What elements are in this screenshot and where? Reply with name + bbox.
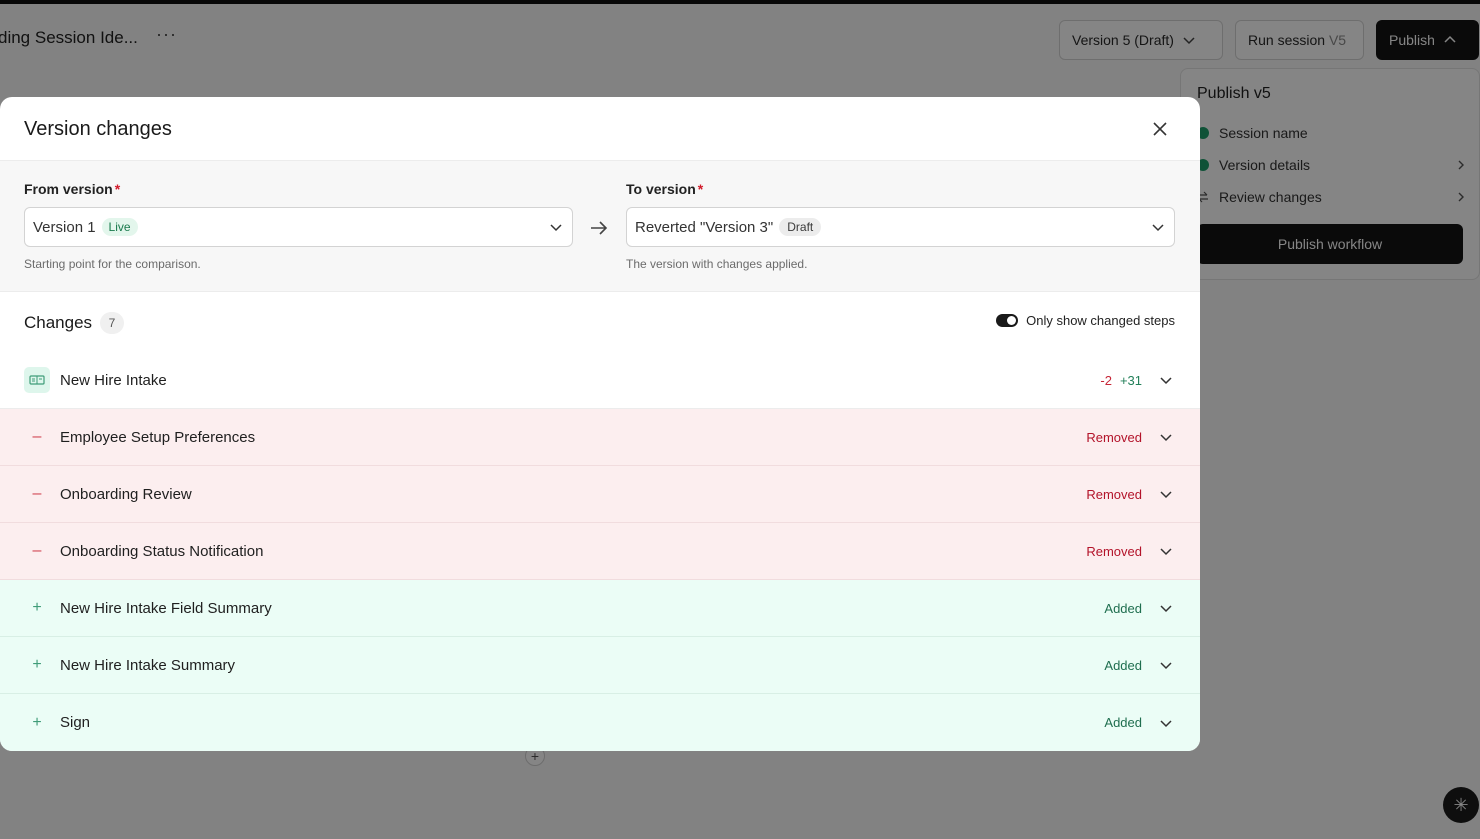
step-name: New Hire Intake Summary <box>60 656 236 674</box>
required-marker: * <box>114 181 121 197</box>
changes-title: Changes <box>24 313 93 332</box>
toggle-switch[interactable] <box>996 314 1019 327</box>
draft-badge: Draft <box>779 218 822 236</box>
chevron-down-icon[interactable] <box>1158 486 1174 502</box>
to-version-label-text: To version <box>626 181 696 197</box>
status-badge: Removed <box>1086 429 1142 445</box>
step-name: New Hire Intake Field Summary <box>60 599 272 617</box>
chevron-down-icon[interactable] <box>1158 543 1174 559</box>
status-badge: Added <box>1104 715 1142 730</box>
from-version-label-text: From version <box>24 181 113 197</box>
close-button[interactable] <box>1148 117 1172 141</box>
step-name: Onboarding Review <box>60 485 192 503</box>
plus-icon: + <box>32 713 42 731</box>
status-badge: Removed <box>1086 486 1142 502</box>
live-badge: Live <box>101 218 138 236</box>
to-version-help: The version with changes applied. <box>626 257 808 271</box>
minus-icon: – <box>32 428 42 445</box>
diff-counts: -2 +31 <box>1100 373 1142 388</box>
version-compare-section: From version * Version 1 Live Starting po… <box>0 161 1200 292</box>
list-item[interactable]: – Employee Setup Preferences Removed <box>0 409 1200 466</box>
status-badge: Added <box>1104 600 1142 616</box>
changes-count-badge: 7 <box>100 312 124 334</box>
lines-added: +31 <box>1119 372 1142 388</box>
step-name: New Hire Intake <box>60 371 167 389</box>
chevron-down-icon[interactable] <box>1158 600 1174 616</box>
list-item[interactable]: + New Hire Intake Summary Added <box>0 637 1200 694</box>
to-version-label: To version * <box>626 181 703 197</box>
version-changes-dialog: Version changes From version * Version 1 … <box>0 97 1200 751</box>
to-version-value: Reverted "Version 3" <box>635 218 774 236</box>
dialog-title: Version changes <box>24 118 172 140</box>
close-icon <box>1153 122 1167 136</box>
to-version-select[interactable]: Reverted "Version 3" Draft <box>626 207 1175 247</box>
list-item[interactable]: + Sign Added <box>0 694 1200 751</box>
from-version-label: From version * <box>24 181 120 197</box>
chevron-down-icon[interactable] <box>1158 657 1174 673</box>
from-version-help: Starting point for the comparison. <box>24 257 201 271</box>
toggle-label: Only show changed steps <box>1026 313 1175 328</box>
from-version-value: Version 1 <box>33 218 96 236</box>
arrow-right-icon <box>591 221 608 235</box>
chevron-down-icon <box>1152 224 1164 232</box>
chevron-down-icon <box>550 224 562 232</box>
chevron-down-icon[interactable] <box>1158 715 1174 731</box>
from-version-select[interactable]: Version 1 Live <box>24 207 573 247</box>
plus-icon: + <box>32 656 42 673</box>
status-badge: Removed <box>1086 543 1142 559</box>
required-marker: * <box>697 181 704 197</box>
step-name: Employee Setup Preferences <box>60 428 256 446</box>
list-item[interactable]: New Hire Intake -2 +31 <box>0 352 1200 409</box>
lines-removed: -2 <box>1100 372 1112 388</box>
form-step-icon <box>24 367 50 393</box>
changes-header: Changes 7 Only show changed steps <box>0 293 1200 353</box>
chevron-down-icon[interactable] <box>1158 372 1174 388</box>
step-name: Onboarding Status Notification <box>60 542 264 560</box>
changes-list: New Hire Intake -2 +31 – Employee Setup … <box>0 352 1200 751</box>
minus-icon: – <box>32 542 42 559</box>
only-changed-toggle[interactable]: Only show changed steps <box>996 313 1175 328</box>
dialog-header: Version changes <box>0 97 1200 161</box>
step-name: Sign <box>60 714 91 731</box>
list-item[interactable]: – Onboarding Status Notification Removed <box>0 523 1200 580</box>
list-item[interactable]: – Onboarding Review Removed <box>0 466 1200 523</box>
status-badge: Added <box>1104 657 1142 673</box>
minus-icon: – <box>32 485 42 502</box>
list-item[interactable]: + New Hire Intake Field Summary Added <box>0 580 1200 637</box>
chevron-down-icon[interactable] <box>1158 429 1174 445</box>
plus-icon: + <box>32 599 42 616</box>
